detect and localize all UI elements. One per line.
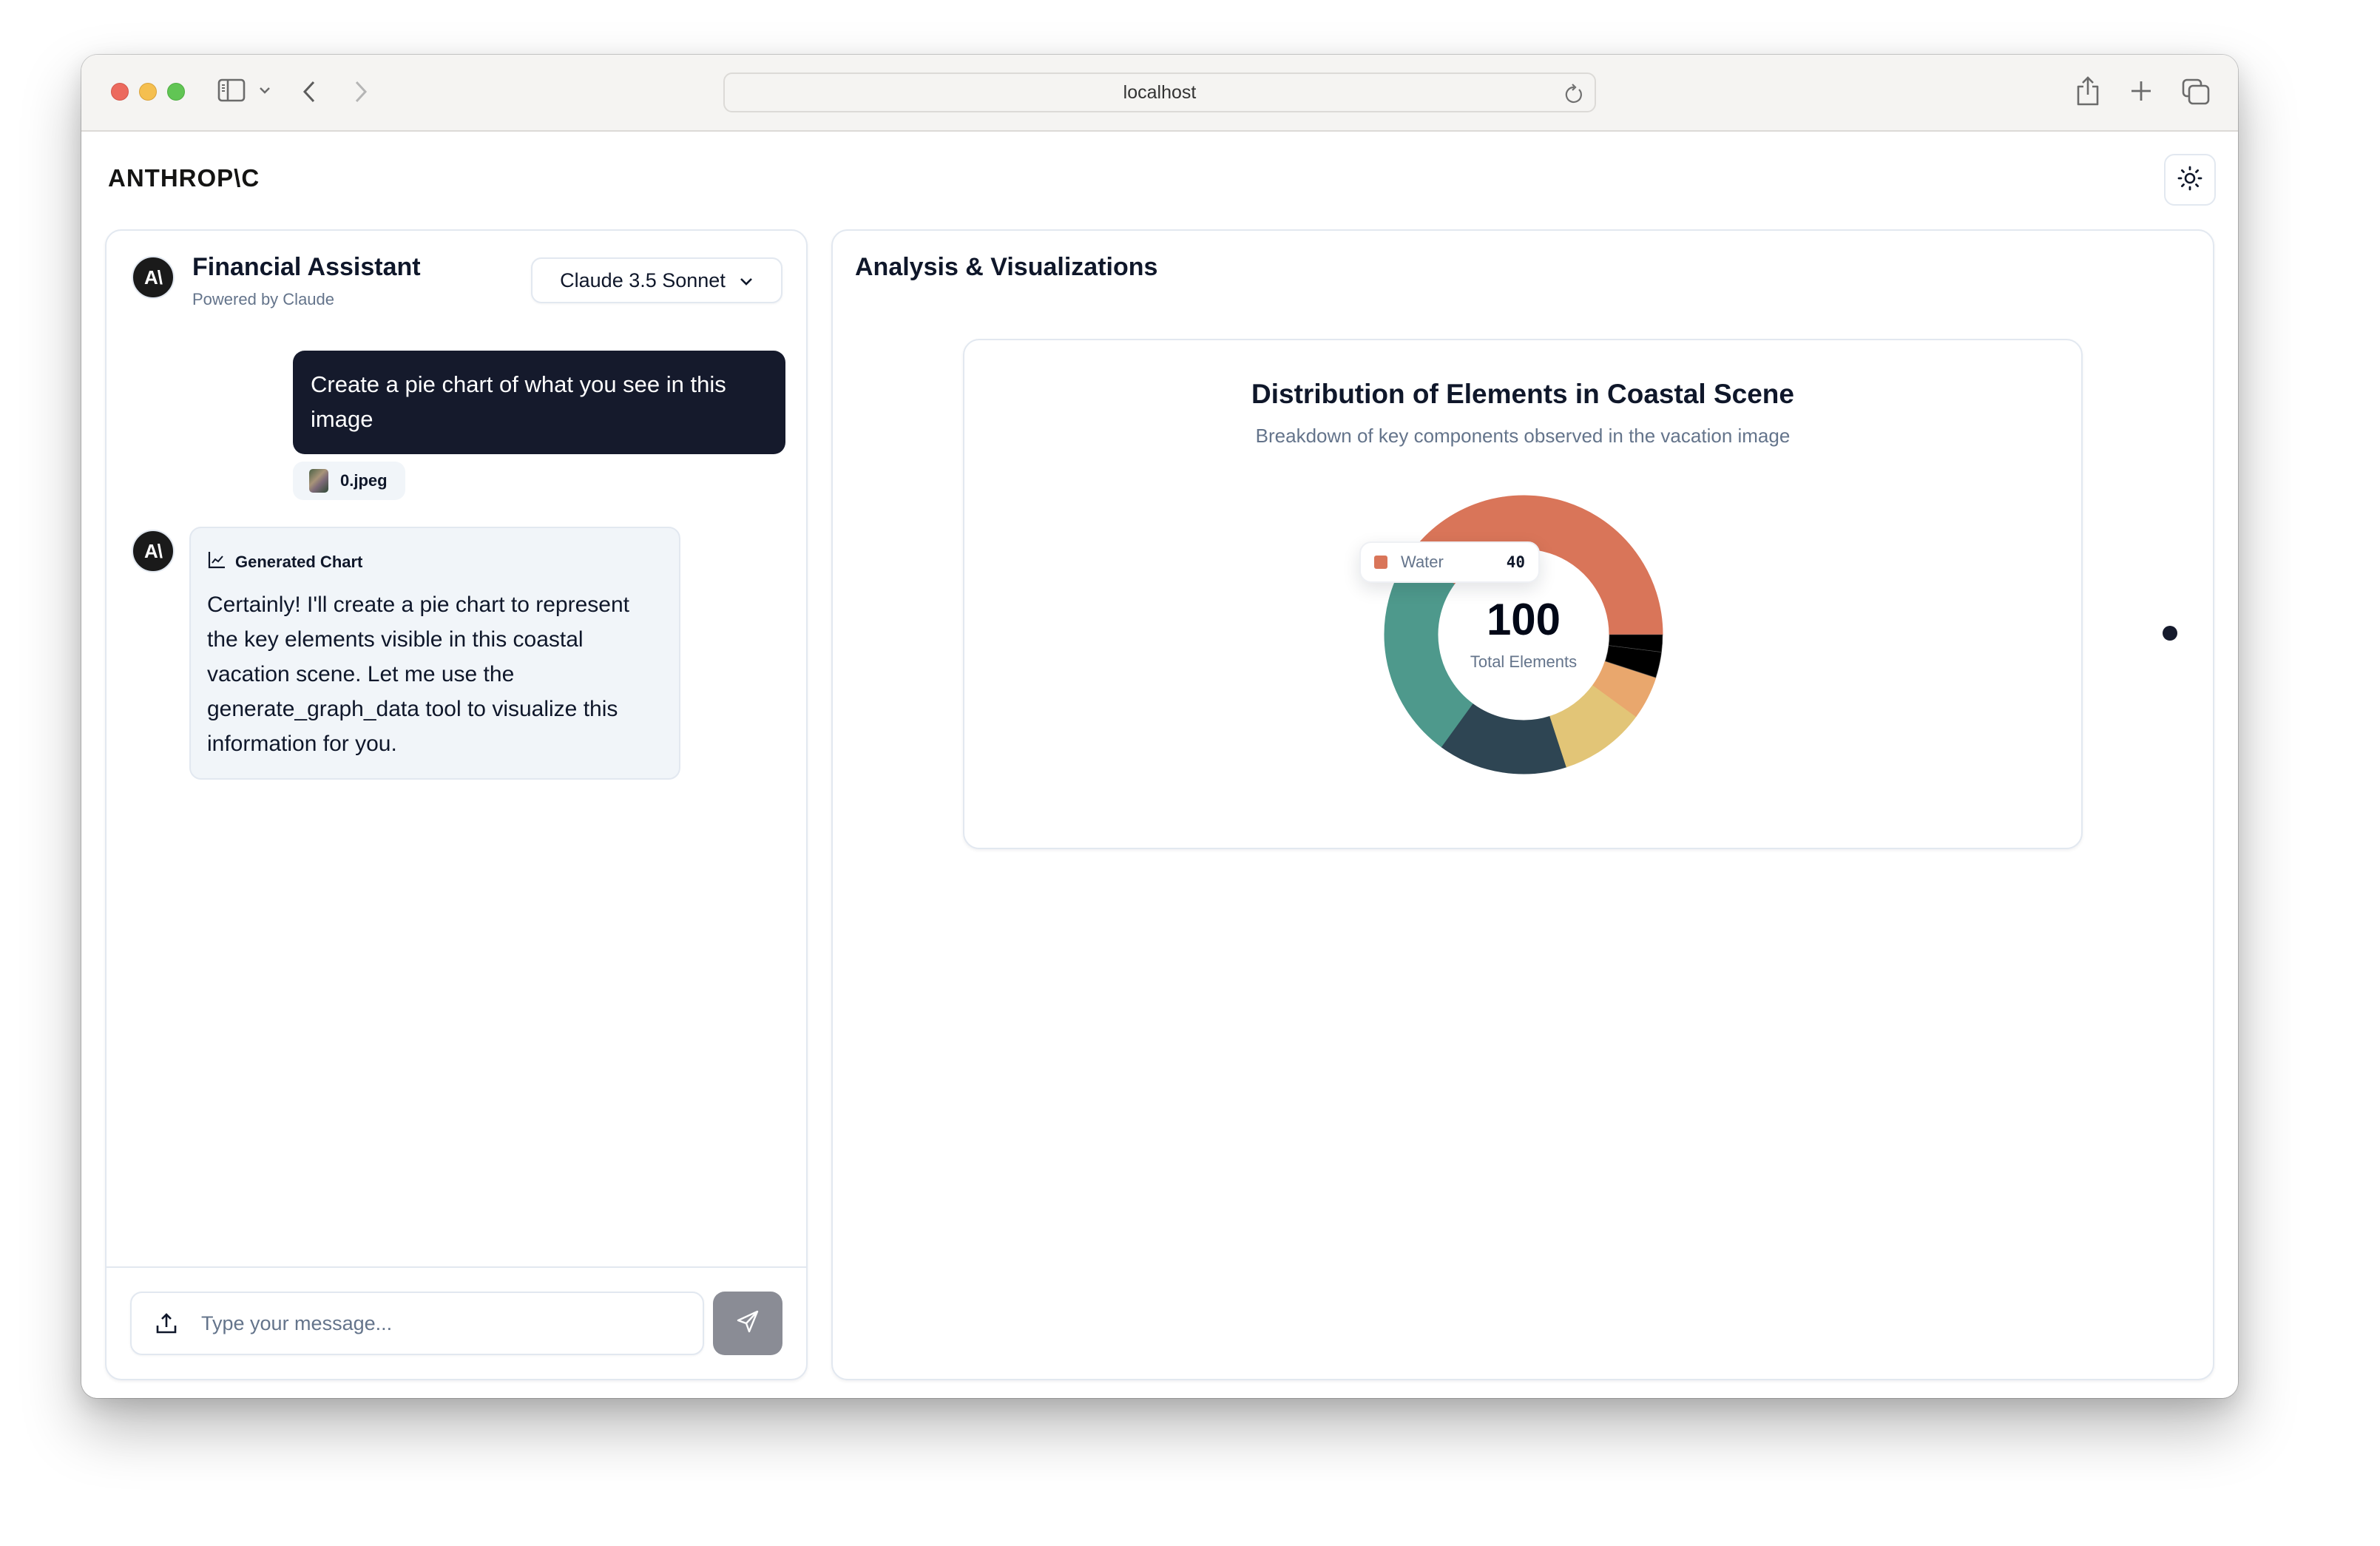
tab-overview-icon[interactable]: [2182, 78, 2210, 105]
center-label: Total Elements: [1470, 652, 1577, 671]
maximize-window-button[interactable]: [167, 83, 185, 101]
assistant-avatar: A\: [132, 530, 175, 573]
chat-header: A\ Financial Assistant Powered by Claude…: [107, 231, 806, 320]
generated-chart-text: Generated Chart: [235, 553, 363, 571]
cursor-indicator: [2163, 626, 2177, 641]
close-window-button[interactable]: [111, 83, 129, 101]
chevron-down-icon[interactable]: [259, 86, 271, 95]
chevron-down-icon: [739, 269, 754, 292]
anthropic-logo: ANTHROP\C: [108, 164, 260, 192]
send-icon: [735, 1309, 760, 1338]
assistant-message-text: Certainly! I'll create a pie chart to re…: [207, 593, 629, 756]
reload-icon[interactable]: [1563, 83, 1584, 110]
new-tab-icon[interactable]: [2130, 80, 2152, 102]
analysis-title: Analysis & Visualizations: [855, 253, 1158, 281]
message-input[interactable]: [201, 1312, 703, 1335]
upload-icon[interactable]: [132, 1312, 201, 1334]
tooltip-name: Water: [1401, 553, 1444, 571]
message-input-box[interactable]: [130, 1292, 704, 1355]
app-content: ANTHROP\C A\ Financial Assistant Powered…: [81, 132, 2238, 1398]
forward-icon[interactable]: [354, 80, 368, 104]
user-message: Create a pie chart of what you see in th…: [293, 351, 785, 454]
minimize-window-button[interactable]: [139, 83, 157, 101]
assistant-message: Generated Chart Certainly! I'll create a…: [189, 527, 680, 780]
assistant-title: Financial Assistant: [192, 253, 421, 281]
model-select-value: Claude 3.5 Sonnet: [560, 269, 726, 291]
chat-panel: A\ Financial Assistant Powered by Claude…: [105, 229, 808, 1380]
share-icon[interactable]: [2075, 75, 2100, 107]
chat-input-area: [107, 1266, 806, 1379]
line-chart-icon: [207, 550, 226, 574]
assistant-subtitle: Powered by Claude: [192, 290, 335, 308]
chart-tooltip: Water 40: [1359, 541, 1540, 583]
address-bar[interactable]: localhost: [723, 72, 1596, 112]
theme-toggle-button[interactable]: [2164, 154, 2216, 206]
send-button[interactable]: [713, 1292, 782, 1355]
sun-icon: [2177, 166, 2202, 195]
back-icon[interactable]: [302, 80, 317, 104]
sidebar-toggle-icon[interactable]: [217, 78, 246, 102]
analysis-panel: Analysis & Visualizations Distribution o…: [831, 229, 2214, 1380]
browser-toolbar: localhost: [81, 55, 2238, 132]
url-text: localhost: [1123, 81, 1197, 103]
assistant-avatar: A\: [132, 256, 175, 299]
center-total: 100: [1487, 595, 1561, 644]
chart-card: Distribution of Elements in Coastal Scen…: [963, 339, 2083, 849]
browser-window: localhost ANTHROP\C A\ Financial Assista…: [81, 55, 2238, 1398]
tooltip-value: 40: [1506, 553, 1525, 571]
model-select[interactable]: Claude 3.5 Sonnet: [531, 257, 782, 303]
attachment-filename: 0.jpeg: [340, 471, 388, 490]
donut-chart: 100 Total Elements: [1384, 495, 1663, 774]
generated-chart-label: Generated Chart: [207, 550, 663, 574]
attachment-chip[interactable]: 0.jpeg: [293, 462, 405, 500]
image-thumbnail: [309, 469, 328, 493]
tooltip-swatch: [1374, 556, 1387, 569]
